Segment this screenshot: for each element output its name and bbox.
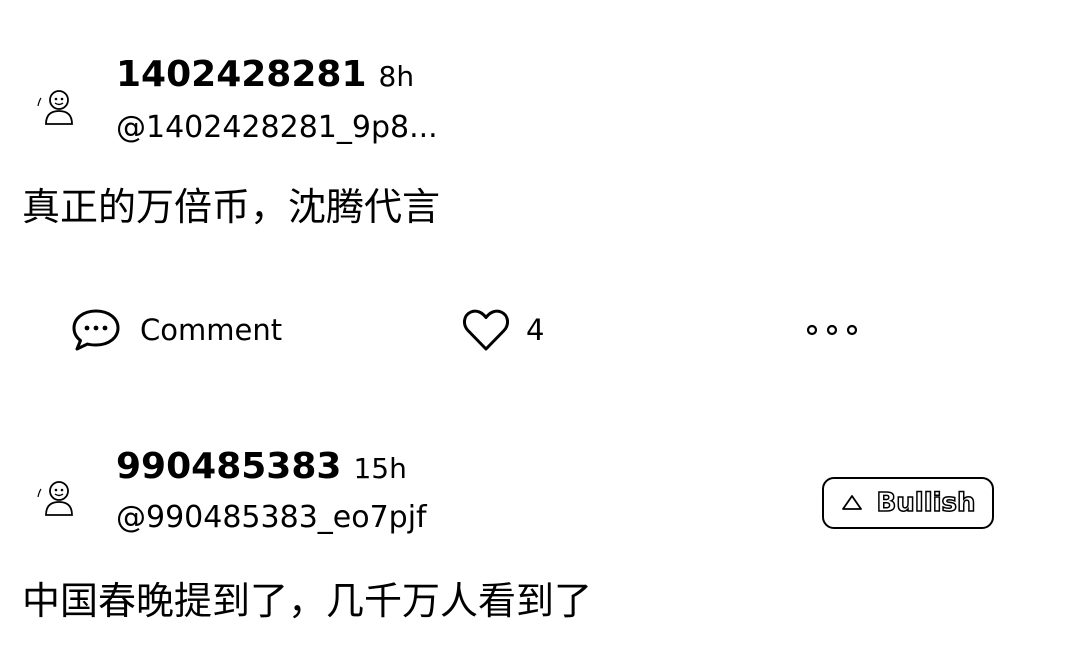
post-header: 990485383 15h	[116, 446, 407, 487]
user-handle[interactable]: @1402428281_9p8...	[116, 110, 438, 145]
like-count: 4	[526, 313, 545, 347]
sentiment-badge: Bullish	[822, 477, 994, 529]
comment-label: Comment	[140, 313, 283, 347]
like-button[interactable]: 4	[460, 300, 544, 360]
more-options-button[interactable]	[802, 300, 862, 360]
sentiment-label: Bullish	[876, 487, 977, 519]
username[interactable]: 990485383	[116, 446, 341, 487]
post-content: 真正的万倍币，沈腾代言	[22, 185, 441, 229]
user-handle[interactable]: @990485383_eo7pjf	[116, 500, 427, 535]
default-avatar-icon	[37, 481, 73, 516]
post-card: 990485383 15h @990485383_eo7pjf Bullish …	[0, 420, 1080, 653]
comment-button[interactable]: Comment	[70, 300, 282, 360]
post-content: 中国春晚提到了，几千万人看到了	[22, 579, 593, 623]
post-header: 1402428281 8h	[116, 54, 414, 95]
heart-icon	[463, 309, 509, 351]
more-dots-icon	[806, 324, 858, 336]
default-avatar-icon	[37, 90, 73, 125]
post-time: 8h	[378, 60, 415, 93]
avatar[interactable]	[36, 475, 82, 521]
triangle-up-icon	[842, 495, 863, 510]
post-time: 15h	[353, 452, 407, 485]
comment-bubble-icon	[72, 309, 120, 351]
post-card: 1402428281 8h @1402428281_9p8... 真正的万倍币，…	[0, 0, 1080, 420]
avatar[interactable]	[36, 84, 82, 130]
username[interactable]: 1402428281	[116, 54, 367, 95]
post-action-bar: Comment 4	[0, 300, 1080, 360]
